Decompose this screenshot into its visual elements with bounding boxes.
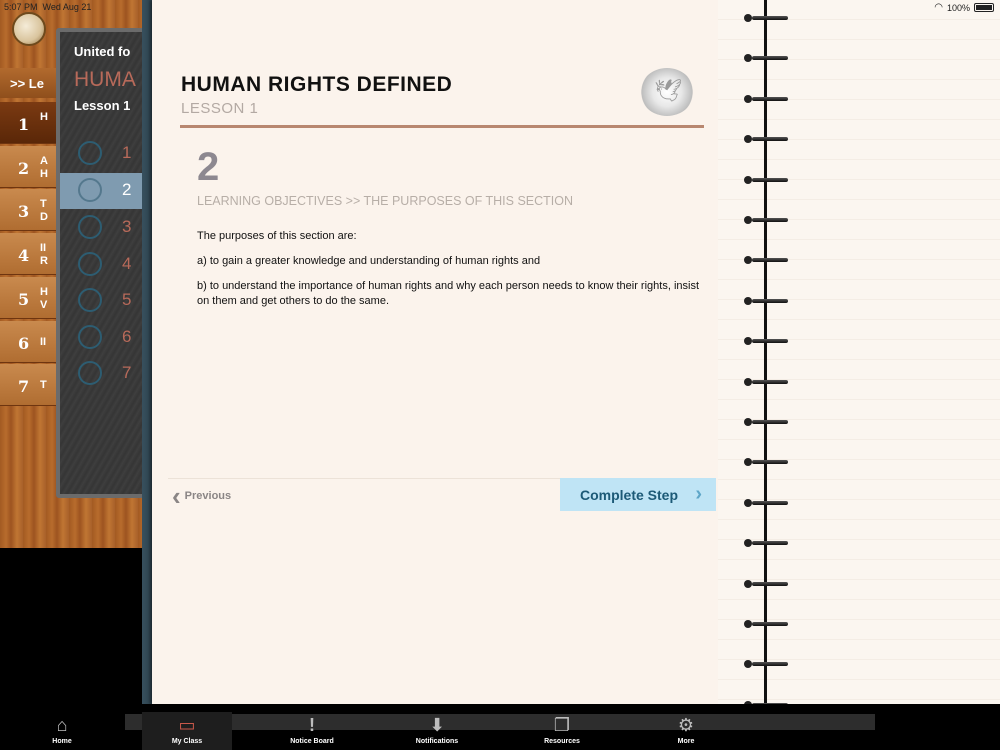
wifi-icon: ◠ [934, 2, 943, 13]
inbox-icon: ⬇ [429, 715, 445, 735]
spiral-ring [744, 134, 788, 144]
sidebar-item-4[interactable]: 4 II R [0, 233, 60, 275]
step-number: 2 [197, 145, 220, 189]
step-ring-icon [78, 361, 102, 385]
step-ring-icon [78, 178, 102, 202]
spiral-ring [744, 579, 788, 589]
spiral-ring [744, 336, 788, 346]
spiral-ring [744, 255, 788, 265]
dove-icon: 🕊 [654, 78, 682, 103]
tab-resources[interactable]: ❐ Resources [517, 712, 607, 750]
tab-notice-board[interactable]: ! Notice Board [267, 712, 357, 750]
board-step-5[interactable]: 5 [60, 283, 150, 319]
status-time: 5:07 PM Wed Aug 21 [4, 2, 92, 12]
board-course-title: United fo [74, 44, 131, 59]
spiral-ring [744, 296, 788, 306]
sidebar-item-3[interactable]: 3T D [0, 189, 60, 231]
board-step-1[interactable]: 1 [60, 136, 150, 172]
step-ring-icon [78, 288, 102, 312]
tab-home[interactable]: ⌂ Home [17, 712, 107, 750]
lesson-title: HUMAN RIGHTS DEFINED [181, 73, 453, 96]
gear-icon: ⚙ [677, 715, 695, 735]
sidebar-item-5[interactable]: 5H V [0, 277, 60, 319]
board-step-7[interactable]: 7 [60, 356, 150, 392]
board-lesson-number: Lesson 1 [74, 98, 131, 113]
resources-icon: ❐ [553, 715, 571, 735]
step-ring-icon [78, 141, 102, 165]
title-divider [180, 125, 704, 128]
body-paragraph: a) to gain a greater knowledge and under… [197, 255, 541, 267]
spiral-ring [744, 94, 788, 104]
chevron-left-icon: ‹ [172, 481, 181, 511]
body-paragraph: b) to understand the importance of human… [197, 280, 700, 307]
notice-icon: ! [309, 715, 315, 735]
spiral-ring [744, 538, 788, 548]
board-lesson-name: HUMA [74, 68, 136, 91]
battery-icon [974, 3, 994, 12]
board-step-2[interactable]: 2 [60, 173, 150, 209]
app-logo[interactable] [12, 12, 46, 46]
spiral-ring [744, 53, 788, 63]
section-heading: LEARNING OBJECTIVES >> THE PURPOSES OF T… [197, 194, 574, 208]
app-root: 5:07 PM Wed Aug 21 ◠ 100% >> Le 1H 2A H … [0, 0, 1000, 750]
sidebar-item-1[interactable]: 1H [0, 102, 60, 144]
tab-my-class[interactable]: ▭ My Class [142, 712, 232, 750]
sidebar-item-7[interactable]: 7T [0, 364, 60, 406]
chalkboard: United fo HUMA Lesson 1 1 2 3 4 5 6 7 [56, 28, 150, 498]
sidebar-item-2[interactable]: 2A H [0, 146, 60, 188]
class-icon: ▭ [178, 715, 196, 735]
home-icon: ⌂ [56, 715, 68, 735]
spiral-ring [744, 417, 788, 427]
step-ring-icon [78, 215, 102, 239]
tab-strip [125, 714, 875, 730]
sidebar-header[interactable]: >> Le [0, 68, 60, 98]
previous-button[interactable]: ‹ Previous [172, 481, 231, 511]
complete-step-button[interactable]: Complete Step › [560, 478, 716, 511]
board-step-6[interactable]: 6 [60, 320, 150, 356]
spiral-ring [744, 13, 788, 23]
notebook-right-page [718, 0, 1000, 704]
chevron-right-icon: › [695, 483, 702, 505]
lesson-subtitle: LESSON 1 [181, 100, 259, 117]
spiral-ring [744, 457, 788, 467]
spiral-ring [744, 377, 788, 387]
notebook-spine [764, 0, 767, 704]
step-ring-icon [78, 252, 102, 276]
board-step-4[interactable]: 4 [60, 247, 150, 283]
spiral-ring [744, 215, 788, 225]
tab-more[interactable]: ⚙ More [641, 712, 731, 750]
spiral-ring [744, 659, 788, 669]
spiral-ring [744, 619, 788, 629]
body-paragraph: The purposes of this section are: [197, 230, 357, 242]
lesson-body: The purposes of this section are: a) to … [197, 229, 707, 319]
battery-percent: 100% [946, 2, 970, 13]
spiral-ring [744, 175, 788, 185]
step-ring-icon [78, 325, 102, 349]
tab-notifications[interactable]: ⬇ Notifications [392, 712, 482, 750]
spiral-ring [744, 498, 788, 508]
status-right: ◠ 100% [934, 2, 994, 13]
board-step-3[interactable]: 3 [60, 210, 150, 246]
sidebar-item-6[interactable]: 6 II [0, 321, 60, 363]
